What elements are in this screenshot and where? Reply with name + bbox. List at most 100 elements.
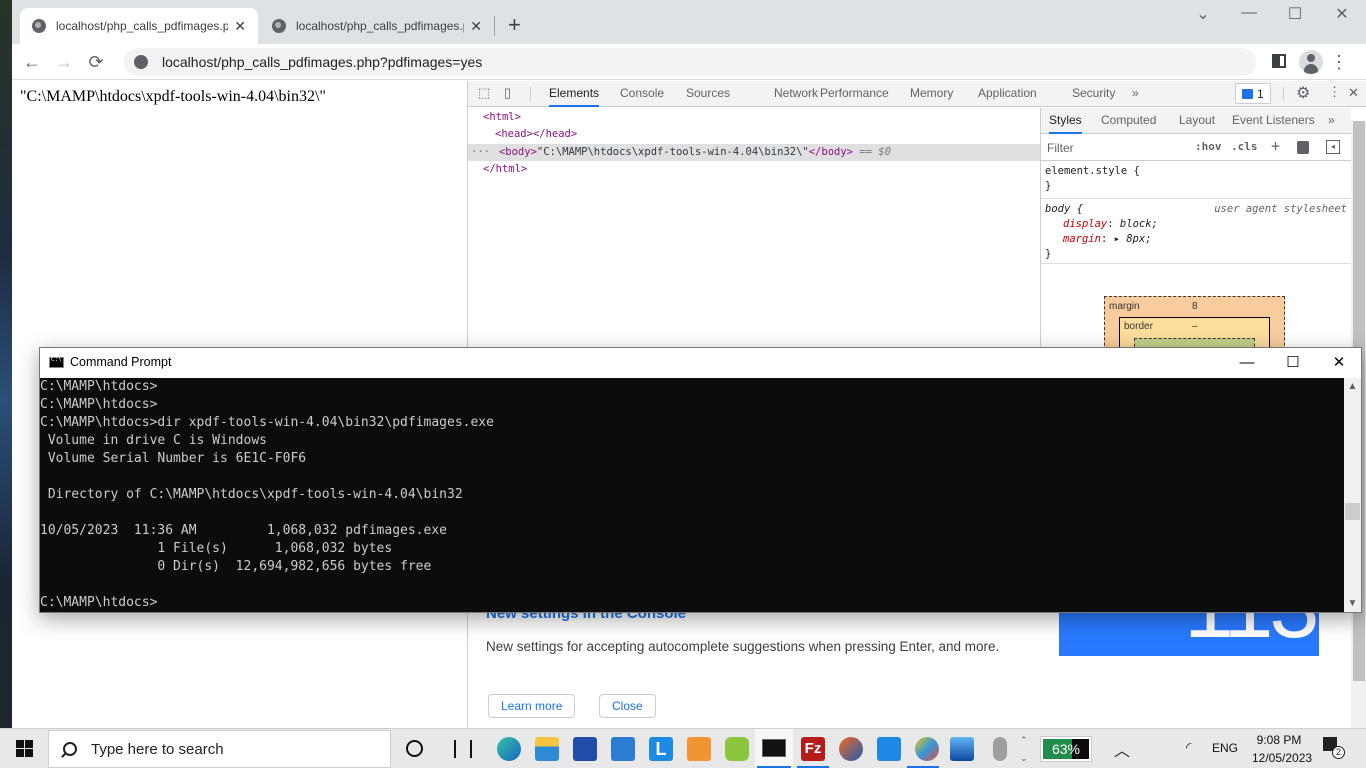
console-prompt-line[interactable]: C:\MAMP\htdocs>: [40, 594, 1344, 612]
windows-start-icon[interactable]: [16, 740, 33, 757]
new-tab-button[interactable]: +: [508, 12, 521, 38]
filezilla-icon[interactable]: Fz: [801, 737, 825, 761]
browser-tab-1[interactable]: localhost/php_calls_pdfimages.ph ✕: [20, 8, 258, 44]
battery-meter[interactable]: 63%: [1040, 736, 1092, 762]
rendering-emulation-icon[interactable]: [1297, 141, 1309, 154]
inspect-element-icon[interactable]: ⬚: [478, 85, 490, 101]
whats-new-drawer: New settings in the Console New settings…: [468, 601, 1353, 728]
globe-icon: [272, 19, 286, 33]
cmd-window-title: Command Prompt: [70, 355, 172, 369]
side-panel-icon[interactable]: [1272, 54, 1286, 68]
class-toggle[interactable]: .cls: [1231, 140, 1258, 153]
scroll-up-arrow-icon[interactable]: ▲: [1344, 378, 1361, 395]
paint-icon[interactable]: [915, 737, 939, 761]
edge-icon[interactable]: [497, 737, 521, 761]
dom-node-body[interactable]: ··· <body>"C:\MAMP\htdocs\xpdf-tools-win-…: [468, 144, 1040, 161]
close-window-button[interactable]: ✕: [1327, 4, 1357, 24]
mail-icon[interactable]: [611, 737, 635, 761]
orange-app-icon[interactable]: [687, 737, 711, 761]
cmd-taskbar-button[interactable]: [755, 729, 793, 768]
toggle-sidebar-icon[interactable]: ◂: [1326, 140, 1340, 154]
action-center-icon[interactable]: 2: [1323, 737, 1345, 759]
file-explorer-icon[interactable]: [535, 737, 559, 761]
message-icon: [1242, 88, 1253, 99]
whats-new-description: New settings for accepting autocomplete …: [486, 639, 1000, 654]
browser-tab-2[interactable]: localhost/php_calls_pdfimages.ph ✕: [260, 8, 494, 44]
microphone-icon[interactable]: [993, 737, 1007, 761]
devtools-tab-application[interactable]: Application: [978, 81, 1037, 107]
settings-gear-icon[interactable]: ⚙: [1296, 83, 1310, 103]
styles-more-tabs[interactable]: »: [1328, 108, 1335, 134]
devtools-menu-icon[interactable]: ⋮: [1328, 84, 1341, 100]
page-body-text: "C:\MAMP\htdocs\xpdf-tools-win-4.04\bin3…: [20, 88, 326, 105]
device-toolbar-icon[interactable]: ▯: [504, 85, 511, 101]
show-hidden-icons-chevron[interactable]: ︿: [1114, 737, 1130, 761]
cmd-maximize-button[interactable]: ☐: [1278, 352, 1308, 374]
cmd-scrollbar[interactable]: ▲ ▼: [1344, 378, 1361, 612]
cmd-close-button[interactable]: ✕: [1324, 352, 1354, 374]
issues-badge[interactable]: 1: [1235, 83, 1271, 104]
body-ua-rule[interactable]: body {user agent stylesheet display: blo…: [1041, 200, 1351, 264]
back-button[interactable]: ←: [20, 50, 44, 74]
console-line: 10/05/2023 11:36 AM 1,068,032 pdfimages.…: [40, 523, 447, 538]
dom-node-html-close[interactable]: </html>: [468, 161, 1040, 178]
devtools-tab-network[interactable]: Network: [774, 81, 818, 107]
devtools-tab-memory[interactable]: Memory: [910, 81, 953, 107]
url-text[interactable]: localhost/php_calls_pdfimages.php?pdfima…: [162, 54, 482, 70]
css-property-display[interactable]: display: block;: [1045, 217, 1347, 232]
task-view-icon[interactable]: [454, 740, 472, 758]
wifi-icon[interactable]: ◜: [1186, 739, 1191, 756]
styles-tab-event-listeners[interactable]: Event Listeners: [1232, 108, 1315, 134]
cmd-console-output[interactable]: C:\MAMP\htdocs> C:\MAMP\htdocs> C:\MAMP\…: [40, 378, 1344, 612]
address-bar[interactable]: localhost/php_calls_pdfimages.php?pdfima…: [124, 48, 1256, 76]
dom-node-head[interactable]: <head></head>: [468, 126, 1040, 143]
learn-more-button[interactable]: Learn more: [488, 694, 576, 718]
styles-tab-styles[interactable]: Styles: [1049, 108, 1082, 134]
maximize-button[interactable]: ☐: [1280, 4, 1310, 24]
scroll-down-arrow-icon[interactable]: ▼: [1344, 595, 1361, 612]
vmware-icon[interactable]: [725, 737, 749, 761]
reload-button[interactable]: ⟳: [84, 50, 108, 74]
site-info-icon[interactable]: [134, 55, 148, 69]
hover-state-toggle[interactable]: :hov: [1195, 140, 1222, 153]
devtools-tab-sources[interactable]: Sources: [686, 81, 730, 107]
chrome-menu-button[interactable]: ⋮: [1330, 50, 1348, 74]
taskbar-search-box[interactable]: Type here to search: [48, 730, 391, 768]
cmd-title-bar[interactable]: Command Prompt — ☐ ✕: [40, 348, 1361, 378]
more-tabs-button[interactable]: »: [1132, 81, 1139, 107]
devtools-tab-security[interactable]: Security: [1072, 81, 1115, 107]
styles-tab-computed[interactable]: Computed: [1101, 108, 1156, 134]
dom-node-html[interactable]: <html>: [468, 109, 1040, 126]
styles-filter-input[interactable]: [1045, 138, 1185, 158]
tray-scroll-arrows[interactable]: ⌃ ⌄: [1020, 731, 1028, 767]
tab-search-button[interactable]: ⌄: [1188, 4, 1218, 24]
input-language[interactable]: ENG: [1212, 741, 1238, 755]
close-tab-icon[interactable]: ✕: [470, 18, 482, 35]
styles-tab-layout[interactable]: Layout: [1179, 108, 1215, 134]
selected-node-marker: == $0: [859, 146, 891, 158]
css-property-margin[interactable]: margin: ▸ 8px;: [1045, 232, 1347, 247]
snipping-tool-icon[interactable]: [839, 737, 863, 761]
microsoft-store-icon[interactable]: [573, 737, 597, 761]
minimize-button[interactable]: —: [1234, 4, 1264, 22]
cmd-minimize-button[interactable]: —: [1232, 352, 1262, 374]
close-tab-icon[interactable]: ✕: [234, 18, 246, 35]
devtools-tab-performance[interactable]: Performance: [820, 81, 889, 107]
taskbar-clock[interactable]: 9:08 PM 12/05/2023: [1252, 731, 1312, 767]
close-whats-new-button[interactable]: Close: [599, 694, 656, 718]
forward-button[interactable]: →: [52, 50, 76, 74]
node-actions-ellipsis[interactable]: ···: [471, 146, 490, 158]
profile-avatar-icon[interactable]: [1299, 50, 1323, 74]
cmd-app-icon[interactable]: [49, 356, 64, 368]
scrollbar-thumb[interactable]: [1345, 503, 1360, 520]
devtools-tab-console[interactable]: Console: [620, 81, 664, 107]
devtools-tab-elements[interactable]: Elements: [549, 81, 600, 107]
lexicon-app-icon[interactable]: L: [649, 737, 673, 761]
cortana-icon[interactable]: [406, 740, 423, 757]
blue-app-icon[interactable]: [877, 737, 901, 761]
close-devtools-icon[interactable]: ✕: [1348, 85, 1359, 101]
photos-icon[interactable]: [950, 737, 974, 761]
new-style-rule-button[interactable]: +: [1271, 137, 1280, 155]
element-style-rule[interactable]: element.style { }: [1041, 162, 1351, 199]
